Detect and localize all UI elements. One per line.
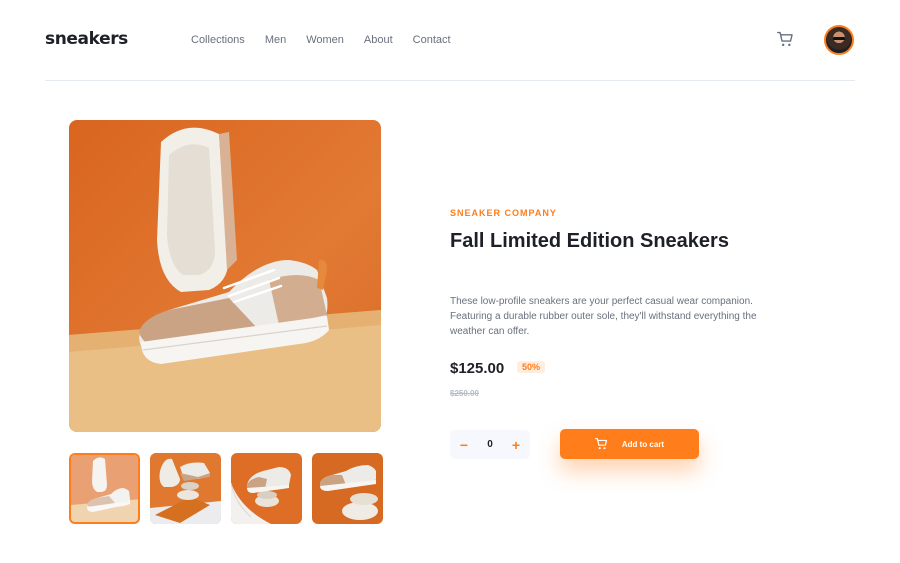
minus-icon[interactable]: − [458, 438, 470, 452]
nav-link-men[interactable]: Men [265, 34, 286, 46]
nav-link-about[interactable]: About [364, 34, 393, 46]
discount-badge: 50% [517, 361, 546, 373]
quantity-value: 0 [487, 439, 493, 450]
thumbnail-1[interactable] [69, 453, 140, 524]
thumbnail-strip [69, 453, 383, 524]
add-to-cart-label: Add to cart [621, 439, 665, 449]
cart-icon[interactable] [777, 31, 794, 48]
nav-link-collections[interactable]: Collections [191, 34, 245, 46]
cart-icon [594, 435, 608, 454]
nav-link-women[interactable]: Women [306, 34, 344, 46]
site-header: sneakers Collections Men Women About Con… [45, 0, 855, 81]
thumbnail-4[interactable] [312, 453, 383, 524]
main-nav: Collections Men Women About Contact [191, 34, 471, 46]
nav-link-contact[interactable]: Contact [413, 34, 451, 46]
quantity-stepper: − 0 + [450, 430, 530, 459]
avatar-glasses-icon [833, 37, 845, 40]
product-title: Fall Limited Edition Sneakers [450, 230, 729, 252]
original-price: $250.00 [450, 389, 479, 398]
plus-icon[interactable]: + [510, 438, 522, 452]
current-price: $125.00 [450, 360, 505, 377]
add-to-cart-button[interactable]: Add to cart [560, 429, 699, 459]
avatar[interactable] [824, 25, 854, 55]
main-product-image[interactable] [69, 120, 381, 432]
product-description: These low-profile sneakers are your perf… [450, 296, 757, 337]
brand-logo[interactable]: sneakers [45, 29, 128, 49]
thumbnail-2[interactable] [150, 453, 221, 524]
company-label: SNEAKER COMPANY [450, 208, 557, 218]
thumbnail-3[interactable] [231, 453, 302, 524]
